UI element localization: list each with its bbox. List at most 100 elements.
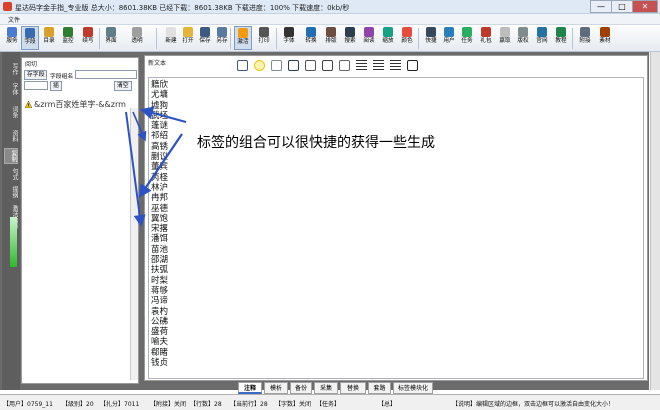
- bottom-tab-4[interactable]: 替换: [340, 382, 366, 394]
- status-field-2: 【扎分】7011: [100, 401, 140, 408]
- editor-panel: 新文本 籍欣 尤墉 墟狗 武坯 蓬谜 祁绍 高锈 蒯议 董宾 芮柽 林沪 冉邦 巫德 翼饱 宋撂 潘饵 苗池 邵湖…: [144, 55, 648, 381]
- sidebar-tab-2[interactable]: 词条: [4, 100, 18, 124]
- fullscreen-icon-glyph: [407, 60, 418, 71]
- field-name-label: 字段组名: [50, 74, 74, 80]
- format-toolbar: [235, 58, 422, 74]
- status-field-6: 【字数】关闭: [275, 401, 312, 408]
- save-field-button[interactable]: 存字段: [24, 70, 48, 80]
- paste-icon[interactable]: [337, 58, 352, 73]
- bottom-tab-3[interactable]: 采集: [314, 382, 338, 394]
- toolbar-button-label: 透明: [131, 38, 143, 44]
- print-icon: [259, 27, 269, 37]
- cut-icon[interactable]: [303, 58, 318, 73]
- save-icon-glyph: [237, 60, 248, 71]
- toolbar-button-interface[interactable]: 界面: [102, 26, 120, 50]
- sidebar-tab-0[interactable]: 写作: [4, 60, 18, 78]
- text-line: 巫德: [151, 203, 169, 214]
- fullscreen-icon[interactable]: [405, 58, 420, 73]
- user-icon: [444, 27, 454, 37]
- save-icon[interactable]: [235, 58, 250, 73]
- insert-button[interactable]: 插: [50, 81, 62, 91]
- text-line: 祁绍: [151, 131, 169, 142]
- title-bar: 星达码字金手指_专业版 总大小：8601.38KB 已经下载：8601.38KB…: [0, 0, 660, 14]
- bottom-tab-0[interactable]: 注释: [238, 382, 262, 394]
- progress-indicator: [10, 217, 17, 267]
- interface-icon: [106, 27, 116, 37]
- text-line: 潘饵: [151, 234, 169, 245]
- window-title: 星达码字金手指_专业版 总大小：8601.38KB 已经下载：8601.38KB…: [15, 4, 350, 12]
- field-icon: [25, 28, 35, 38]
- read-icon: [364, 27, 374, 37]
- align-right-icon-glyph: [390, 60, 401, 71]
- bottom-tab-2[interactable]: 备份: [290, 382, 312, 394]
- menu-file[interactable]: 文件: [8, 15, 20, 24]
- field-panel-scrollbar[interactable]: [130, 108, 138, 380]
- status-field-5: 【当前行】28: [230, 401, 268, 408]
- annotation-text: 标签的组合可以很快捷的获得一些生成: [197, 135, 435, 151]
- toolbar-button-material[interactable]: 素材: [596, 26, 614, 50]
- left-frame: 写作字体词条资料复制句式提纲激活内容 阅切 存字段 字段组名 插 清空 &zrm…: [0, 52, 140, 390]
- toolbar-button-label: 素材: [599, 38, 611, 44]
- toolbar-button-activate[interactable]: 激活: [234, 26, 252, 50]
- bottom-tabs: 注释 模析 备份 采集 替换 套路 标签模块化: [140, 382, 660, 394]
- text-line: 高锈: [151, 141, 169, 152]
- app-logo-icon: [3, 2, 12, 11]
- align-right-icon[interactable]: [388, 58, 403, 73]
- text-line: 林沪: [151, 182, 169, 193]
- sidebar-tab-4[interactable]: 复制: [4, 148, 18, 164]
- close-button[interactable]: ✕: [632, 0, 658, 13]
- document-icon[interactable]: [269, 58, 284, 73]
- toolbar-button-continue-write[interactable]: 续写: [79, 26, 97, 50]
- toolbar-button-print[interactable]: 打印: [255, 26, 273, 50]
- field-list-item[interactable]: &zrm百家姓单字-&&zrm: [25, 99, 126, 110]
- back-arrow-icon[interactable]: [286, 58, 301, 73]
- minimize-button[interactable]: —: [590, 0, 612, 13]
- copy-icon[interactable]: [320, 58, 335, 73]
- clear-button[interactable]: 清空: [114, 81, 132, 91]
- toolbar-button-transparent[interactable]: 透明: [128, 26, 146, 50]
- text-line: 袁杓: [151, 306, 169, 317]
- status-field-3: 【附接】关闭: [150, 401, 187, 408]
- text-editor[interactable]: 籍欣 尤墉 墟狗 武坯 蓬谜 祁绍 高锈 蒯议 董宾 芮柽 林沪 冉邦 巫德 翼饱 宋撂 潘饵 苗池 邵湖 扶弧 时梨…: [148, 77, 644, 379]
- text-line: 蒯议: [151, 152, 169, 163]
- toolbar-button-font[interactable]: 字体: [280, 26, 298, 50]
- directory-icon: [44, 27, 54, 37]
- text-line: 苗池: [151, 244, 169, 255]
- field-select[interactable]: [24, 81, 48, 90]
- toolbar-button-label: 教程: [555, 38, 567, 44]
- window-scrollbar[interactable]: [650, 52, 660, 390]
- bottom-tab-1[interactable]: 模析: [264, 382, 288, 394]
- convert-icon: [306, 27, 316, 37]
- toolbar-separator: [156, 28, 157, 49]
- toolbar-button-label: 界面: [105, 38, 117, 44]
- toolbar-button-color[interactable]: 颜色: [398, 26, 416, 50]
- text-line: 蓬谜: [151, 121, 169, 132]
- toolbar-button-save-as[interactable]: 另存: [213, 26, 231, 50]
- sidebar-tab-6[interactable]: 提纲: [4, 184, 18, 200]
- sidebar-tab-5[interactable]: 句式: [4, 166, 18, 182]
- text-line: 扶弧: [151, 265, 169, 276]
- bulb-icon[interactable]: [252, 58, 267, 73]
- bottom-tab-5[interactable]: 套路: [368, 382, 391, 394]
- maximize-button[interactable]: □: [611, 0, 633, 13]
- text-line: 尤墉: [151, 90, 169, 101]
- sidebar-tab-3[interactable]: 资料: [4, 126, 18, 146]
- cut-icon-glyph: [305, 60, 316, 71]
- text-line: 宋撂: [151, 224, 169, 235]
- toolbar-button-tutorial[interactable]: 教程: [552, 26, 570, 50]
- material-icon: [600, 27, 610, 37]
- text-line: 芮柽: [151, 172, 169, 183]
- font-icon: [284, 27, 294, 37]
- back-arrow-icon-glyph: [288, 60, 299, 71]
- align-center-icon[interactable]: [371, 58, 386, 73]
- warning-icon: [25, 101, 32, 108]
- align-left-icon[interactable]: [354, 58, 369, 73]
- website-icon: [537, 27, 547, 37]
- toolbar-separator: [99, 28, 100, 49]
- field-name-input[interactable]: [75, 70, 137, 79]
- bottom-tab-6[interactable]: 标签模块化: [393, 382, 433, 394]
- tutorial-icon: [556, 27, 566, 37]
- status-field-7: 【任务】: [316, 401, 341, 408]
- sidebar-tab-1[interactable]: 字体: [4, 80, 18, 98]
- status-bar: 【用户】0759_11 【级别】20 【扎分】7011 【附接】关闭 【行数】28 【当前…: [0, 394, 660, 410]
